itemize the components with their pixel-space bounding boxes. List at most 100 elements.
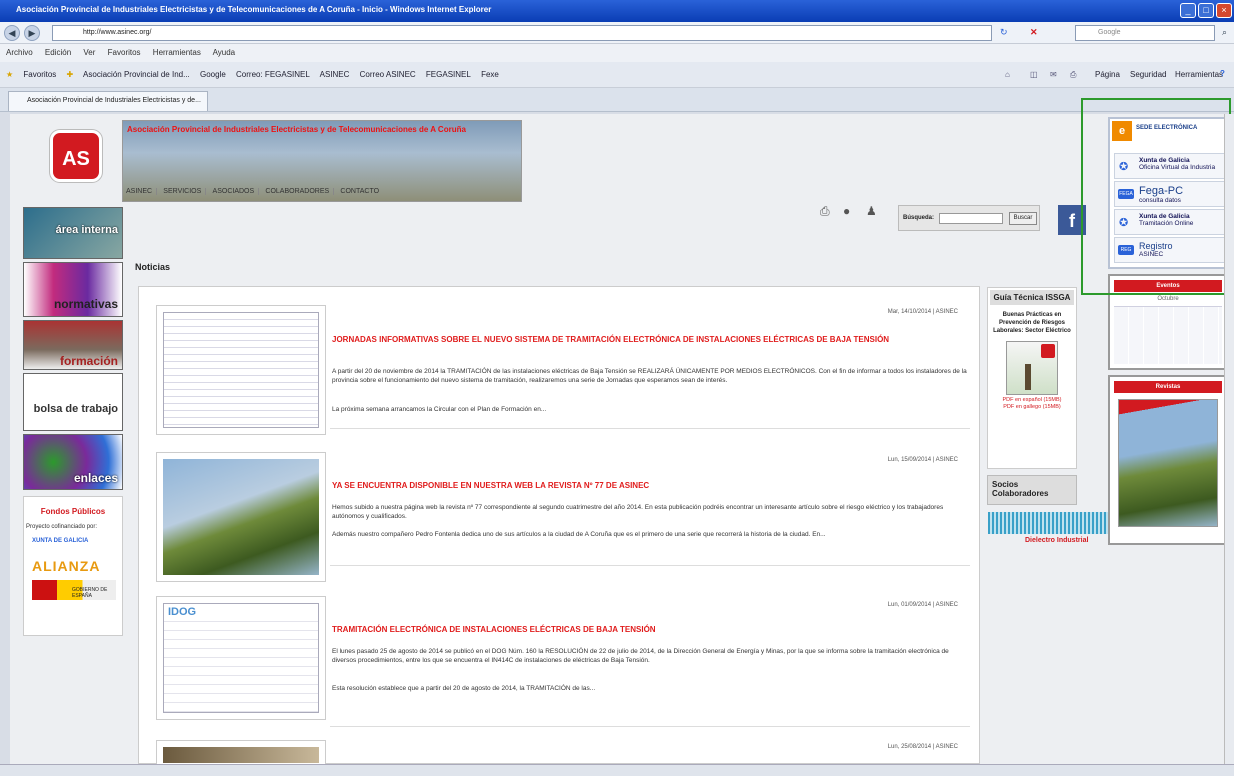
partner-banner[interactable] — [988, 512, 1118, 534]
idog-header: IDOG — [164, 604, 318, 620]
home-icon[interactable]: ⌂ — [1005, 70, 1010, 79]
article-title[interactable]: JORNADAS INFORMATIVAS SOBRE EL NUEVO SIS… — [332, 335, 962, 344]
section-title: Noticias — [135, 262, 171, 272]
nav-asinec[interactable]: ASINEC — [122, 188, 158, 195]
forward-button[interactable]: ▶ — [24, 25, 40, 41]
back-button[interactable]: ◀ — [4, 25, 20, 41]
favorites-button[interactable]: Favoritos — [23, 70, 56, 79]
calendar-grid[interactable] — [1114, 306, 1222, 364]
sidebar-tile-normativas[interactable]: normativas — [23, 262, 123, 317]
site-logo[interactable]: AS — [50, 130, 102, 182]
search-button[interactable]: Buscar — [1009, 212, 1037, 225]
star-icon[interactable]: ★ — [6, 70, 13, 79]
article-date: Mar, 14/10/2014 | ASINEC — [887, 309, 958, 315]
print-icon[interactable]: ⎙ — [820, 204, 830, 219]
maximize-button[interactable]: □ — [1198, 3, 1214, 18]
site-nav: ASINEC SERVICIOS ASOCIADOS COLABORADORES… — [122, 182, 412, 200]
search-box: Búsqueda: Buscar — [898, 205, 1040, 231]
revista-box: Revistas — [1108, 375, 1228, 545]
site-search-input[interactable] — [939, 213, 1003, 224]
menu-ver[interactable]: Ver — [83, 48, 95, 57]
favorites-bar: ★ Favoritos ✚ Asociación Provincial de I… — [0, 62, 1234, 88]
nav-contacto[interactable]: CONTACTO — [336, 188, 383, 195]
article-image[interactable] — [156, 305, 326, 435]
menu-bar: Archivo Edición Ver Favoritos Herramient… — [0, 44, 1234, 62]
help-icon[interactable]: ? — [1220, 69, 1225, 78]
article-title[interactable]: TRAMITACIÓN ELECTRÓNICA DE INSTALACIONES… — [332, 625, 962, 634]
sidebar-tile-formacion[interactable]: formación — [23, 320, 123, 370]
favorite-link[interactable]: Fexe — [481, 70, 499, 79]
menu-archivo[interactable]: Archivo — [6, 48, 33, 57]
article-text: La próxima semana arrancamos la Circular… — [332, 406, 547, 413]
favorite-link[interactable]: FEGASINEL — [426, 70, 471, 79]
nav-asociados[interactable]: ASOCIADOS — [208, 188, 260, 195]
user-icon[interactable]: ♟ — [866, 204, 877, 218]
close-button[interactable]: × — [1216, 3, 1232, 18]
partner-name[interactable]: Dielectro Industrial — [1025, 537, 1088, 544]
sidebar-tile-area-interna[interactable]: área interna — [23, 207, 123, 259]
article-text: A partir del 20 de noviembre de 2014 la … — [332, 368, 967, 384]
address-input[interactable]: http://www.asinec.org/ — [52, 25, 992, 41]
minimize-button[interactable]: _ — [1180, 3, 1196, 18]
guia-tecnica-box: Guía Técnica ISSGA Buenas Prácticas en P… — [987, 287, 1077, 469]
article-date: Lun, 25/08/2014 | ASINEC — [887, 744, 958, 750]
globe-icon[interactable]: ● — [843, 204, 850, 218]
menu-herramientas[interactable]: Herramientas — [153, 48, 201, 57]
favorite-link[interactable]: Asociación Provincial de Ind... — [83, 70, 190, 79]
guia-subtitle: Buenas Prácticas en Prevención de Riesgo… — [993, 312, 1071, 334]
revista-cover[interactable] — [1118, 399, 1218, 527]
tools-menu[interactable]: Herramientas — [1175, 70, 1223, 79]
refresh-icon[interactable]: ↻ — [1000, 27, 1008, 38]
fondos-title: Fondos Públicos — [40, 507, 106, 516]
favorite-link[interactable]: Correo ASINEC — [360, 70, 416, 79]
address-toolbar: ◀ ▶ http://www.asinec.org/ ↻ ✕ Google ⌕ — [0, 22, 1234, 44]
banner-title: Asociación Provincial de Industriales El… — [127, 125, 466, 134]
article-image[interactable]: IDOG — [156, 596, 326, 720]
nav-colaboradores[interactable]: COLABORADORES — [261, 188, 335, 195]
xunta-logo[interactable]: XUNTA DE GALICIA — [32, 538, 122, 544]
fondos-publicos-box: Fondos Públicos Proyecto cofinanciado po… — [23, 496, 123, 636]
stop-icon[interactable]: ✕ — [1030, 27, 1038, 38]
favorite-link[interactable]: Correo: FEGASINEL — [236, 70, 310, 79]
pdf-galician-link[interactable]: PDF en gallego (15MB) — [988, 404, 1076, 411]
article-title[interactable]: YA SE ENCUENTRA DISPONIBLE EN NUESTRA WE… — [332, 481, 962, 490]
menu-ayuda[interactable]: Ayuda — [213, 48, 236, 57]
vertical-scrollbar[interactable] — [1224, 114, 1234, 764]
feeds-icon[interactable]: ◫ — [1030, 70, 1038, 79]
revista-header: Revistas — [1114, 381, 1222, 393]
favorite-link[interactable]: ASINEC — [320, 70, 350, 79]
nav-servicios[interactable]: SERVICIOS — [159, 188, 207, 195]
print-icon[interactable]: ⎙ — [1070, 70, 1076, 80]
article-image[interactable] — [156, 452, 326, 582]
article-text: Hemos subido a nuestra página web la rev… — [332, 504, 944, 520]
article-date: Lun, 01/09/2014 | ASINEC — [887, 602, 958, 608]
page-menu[interactable]: Página — [1095, 70, 1120, 79]
sidebar-tile-bolsa-trabajo[interactable]: bolsa de trabajo — [23, 373, 123, 431]
menu-favoritos[interactable]: Favoritos — [108, 48, 141, 57]
highlight-rectangle — [1081, 98, 1231, 295]
favorite-link[interactable]: Google — [200, 70, 226, 79]
divider — [330, 565, 970, 566]
article-text: Esta resolución establece que a partir d… — [332, 685, 596, 692]
pdf-spanish-link[interactable]: PDF en español (15MB) — [988, 397, 1076, 404]
search-input[interactable]: Google — [1075, 25, 1215, 41]
search-label: Búsqueda: — [903, 215, 935, 221]
menu-edicion[interactable]: Edición — [45, 48, 71, 57]
article-text: El lunes pasado 25 de agosto de 2014 se … — [332, 648, 949, 664]
search-icon[interactable]: ⌕ — [1222, 27, 1227, 38]
tab-current[interactable]: Asociación Provincial de Industriales El… — [8, 91, 208, 111]
window-title-bar: Asociación Provincial de Industriales El… — [0, 0, 1234, 22]
calendar-month[interactable]: Octubre — [1114, 296, 1222, 302]
gobierno-logo[interactable]: GOBIERNO DE ESPAÑA — [32, 580, 116, 600]
status-bar — [0, 764, 1234, 776]
add-favorite-icon[interactable]: ✚ — [67, 70, 74, 79]
pdf-icon[interactable] — [1006, 341, 1058, 395]
article-date: Lun, 15/09/2014 | ASINEC — [887, 457, 958, 463]
mail-icon[interactable]: ✉ — [1050, 70, 1057, 79]
tab-bar: Asociación Provincial de Industriales El… — [0, 88, 1234, 112]
sidebar-tile-enlaces[interactable]: enlaces — [23, 434, 123, 490]
security-menu[interactable]: Seguridad — [1130, 70, 1166, 79]
alianza-logo[interactable]: ALIANZA — [32, 558, 122, 574]
window-title: Asociación Provincial de Industriales El… — [16, 5, 492, 14]
article-text: Además nuestro compañero Pedro Fontenla … — [332, 531, 826, 538]
